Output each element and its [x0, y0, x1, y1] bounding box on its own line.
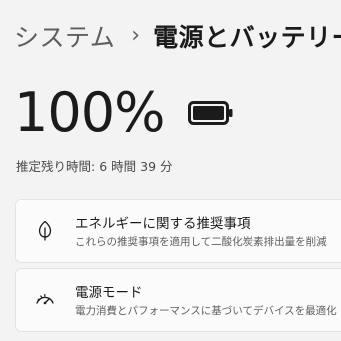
- page-title: 電源とバッテリー: [153, 23, 341, 52]
- power-mode-card[interactable]: 電源モード 電力消費とパフォーマンスに基づいてデバイスを最適化: [15, 268, 341, 332]
- power-mode-description: 電力消費とパフォーマンスに基づいてデバイスを最適化: [75, 305, 337, 317]
- battery-percentage: 100%: [14, 81, 165, 144]
- breadcrumb-system-link[interactable]: システム: [14, 18, 115, 54]
- power-mode-gauge-icon: [34, 288, 56, 310]
- remaining-time-value: 6 時間 39 分: [99, 159, 173, 174]
- battery-fill-level: [193, 106, 225, 120]
- energy-recommendations-card[interactable]: エネルギーに関する推奨事項 これらの推奨事項を適用して二酸化炭素排出量を削減: [15, 199, 341, 263]
- energy-recommendations-title: エネルギーに関する推奨事項: [75, 216, 251, 232]
- energy-recommendations-description: これらの推奨事項を適用して二酸化炭素排出量を削減: [75, 236, 327, 248]
- battery-status: 100%: [14, 80, 234, 146]
- estimated-remaining-time: 推定残り時間: 6 時間 39 分: [16, 156, 173, 175]
- breadcrumb-chevron-icon: ›: [131, 22, 141, 48]
- breadcrumb: システム › 電源とバッテリー: [14, 18, 341, 54]
- leaf-icon: [34, 219, 56, 241]
- power-mode-title: 電源モード: [75, 285, 143, 301]
- power-battery-page: システム › 電源とバッテリー 100% 推定残り時間: 6 時間 39 分 エネ…: [0, 0, 341, 341]
- remaining-time-label: 推定残り時間:: [16, 159, 96, 174]
- battery-full-icon: [188, 101, 234, 129]
